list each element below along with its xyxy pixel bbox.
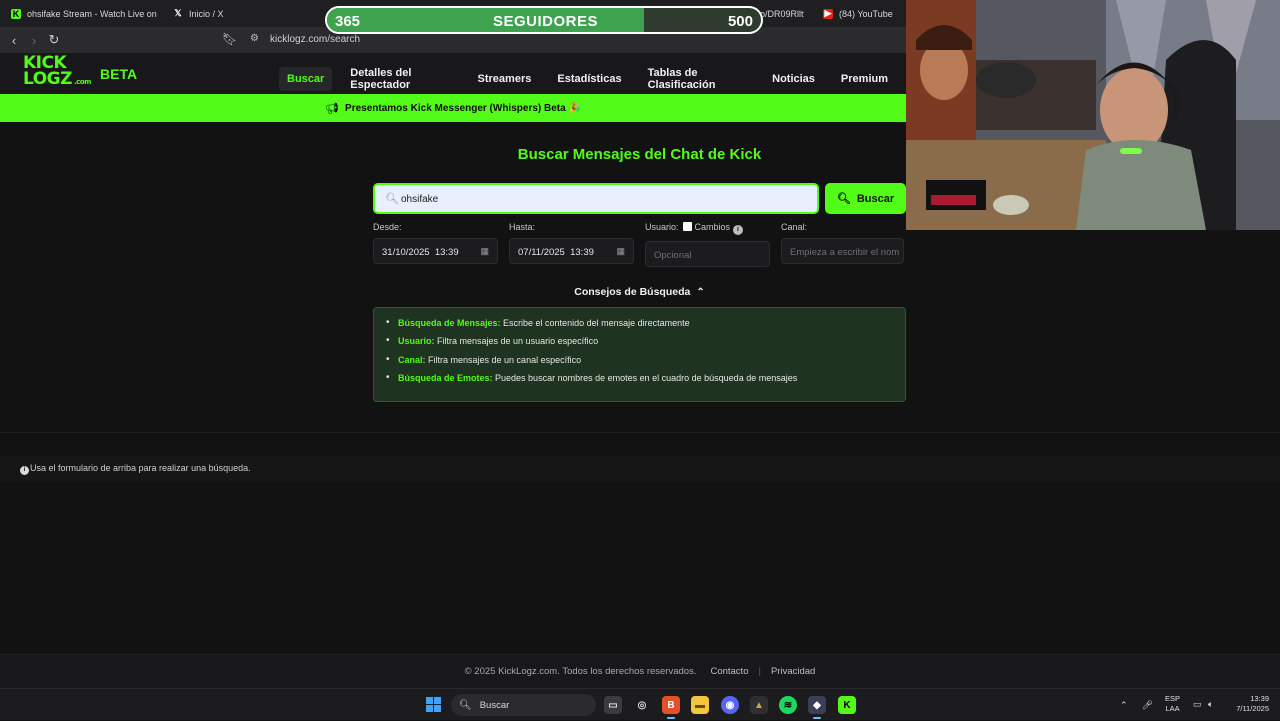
footer-separator: | bbox=[758, 666, 761, 677]
logo-text-bottom: LOGZ .com bbox=[23, 69, 91, 89]
volume-icon[interactable]: 🔈︎ bbox=[1208, 699, 1213, 710]
cambios-checkbox[interactable] bbox=[682, 222, 692, 231]
nav-noticias[interactable]: Noticias bbox=[764, 67, 823, 91]
copyright-text: © 2025 KickLogz.com. Todos los derechos … bbox=[464, 666, 697, 677]
section-divider bbox=[0, 432, 1280, 433]
tab-title: Inicio / X bbox=[189, 8, 224, 19]
to-date-field[interactable]: 07/11/2025 13:39 ▦ bbox=[509, 238, 634, 264]
main-nav: Buscar Detalles del Espectador Streamers… bbox=[279, 61, 906, 97]
search-icon: 🔍︎ bbox=[836, 193, 851, 205]
user-filter-placeholder: Opcional bbox=[654, 250, 692, 261]
spotify-icon[interactable]: ≋ bbox=[779, 696, 797, 714]
follower-goal-label: SEGUIDORES bbox=[493, 13, 599, 30]
x-favicon-icon: 𝕏 bbox=[174, 8, 182, 18]
channel-filter-placeholder: Empieza a escribir el nom bbox=[790, 247, 900, 258]
tip-item: Canal: Filtra mensajes de un canal espec… bbox=[386, 354, 905, 373]
nav-premium[interactable]: Premium bbox=[833, 67, 896, 91]
back-arrow-icon[interactable]: ‹ bbox=[4, 30, 24, 50]
taskbar-search[interactable]: 🔍︎ Buscar bbox=[451, 694, 596, 716]
url-field[interactable]: kicklogz.com/search bbox=[270, 34, 360, 45]
os-taskbar: 🔍︎ Buscar ▭ ◎ B ▬ ◉ ▲ ≋ ◆ K ⌃ 🎤︎ ESP LAA… bbox=[0, 688, 1280, 720]
search-tips-toggle[interactable]: Consejos de Búsqueda ⌃ bbox=[373, 286, 906, 298]
follower-goal-count: 500 bbox=[727, 13, 753, 30]
nav-buscar[interactable]: Buscar bbox=[279, 67, 333, 91]
site-info-icon[interactable]: ⚙ bbox=[250, 33, 259, 44]
to-date-label: Hasta: bbox=[509, 222, 536, 232]
kicklogz-logo[interactable]: KICK LOGZ .com bbox=[23, 55, 91, 91]
tab-title: (84) YouTube bbox=[839, 8, 893, 19]
nav-streamers[interactable]: Streamers bbox=[470, 67, 540, 91]
announcement-banner[interactable]: 📢︎ Presentamos Kick Messenger (Whispers)… bbox=[0, 94, 906, 122]
windows-start-icon[interactable] bbox=[426, 697, 441, 712]
browser-tab-kick[interactable]: K ohsifake Stream - Watch Live on bbox=[11, 0, 161, 27]
streamer-shirt bbox=[1076, 140, 1206, 230]
bookmark-icon[interactable]: 🔖︎ bbox=[222, 32, 237, 48]
to-date-value: 07/11/2025 13:39 bbox=[518, 247, 594, 258]
tab-title: ohsifake Stream - Watch Live on bbox=[27, 8, 157, 19]
browser-tab-x-home[interactable]: 𝕏 Inicio / X bbox=[173, 0, 243, 27]
from-date-label: Desde: bbox=[373, 222, 402, 232]
follower-goal-bar: 365 SEGUIDORES 500 bbox=[325, 6, 763, 34]
kick-favicon-icon: K bbox=[11, 8, 21, 19]
nav-tablas-clasificacion[interactable]: Tablas de Clasificación bbox=[640, 61, 755, 97]
from-date-field[interactable]: 31/10/2025 13:39 ▦ bbox=[373, 238, 498, 264]
calendar-icon[interactable]: ▦ bbox=[616, 246, 625, 257]
game-launcher-icon[interactable]: ▲ bbox=[750, 696, 768, 714]
nav-estadisticas[interactable]: Estadísticas bbox=[549, 67, 629, 91]
message-search-input[interactable]: 🔍︎ ohsifake bbox=[373, 183, 819, 214]
user-filter-label: Usuario: Cambios i bbox=[645, 222, 744, 235]
taskbar-search-label: Buscar bbox=[479, 699, 510, 711]
announcement-text: Presentamos Kick Messenger (Whispers) Be… bbox=[345, 102, 581, 114]
webcam-scene bbox=[906, 0, 1280, 230]
empty-results-hint: i Usa el formulario de arriba para realiz… bbox=[20, 463, 251, 475]
file-explorer-icon[interactable]: ▬ bbox=[691, 696, 709, 714]
search-button[interactable]: 🔍︎ Buscar bbox=[825, 183, 906, 214]
search-query-value: ohsifake bbox=[401, 194, 439, 205]
tray-expand-icon[interactable]: ⌃ bbox=[1120, 700, 1128, 711]
discord-icon[interactable]: ◉ bbox=[721, 696, 739, 714]
copilot-icon[interactable]: ◎ bbox=[633, 696, 651, 714]
megaphone-icon: 📢︎ bbox=[325, 102, 340, 115]
info-icon[interactable]: i bbox=[733, 224, 744, 235]
site-header: KICK LOGZ .com BETA Buscar Detalles del E… bbox=[0, 53, 906, 94]
search-tips-label: Consejos de Búsqueda bbox=[574, 286, 691, 298]
search-icon: 🔍︎ bbox=[385, 193, 399, 205]
beta-badge: BETA bbox=[100, 66, 138, 82]
cambios-label: Cambios bbox=[694, 222, 731, 232]
streamer-face bbox=[1100, 68, 1168, 152]
search-tips-panel: Búsqueda de Mensajes: Escribe el conteni… bbox=[373, 307, 906, 402]
calendar-icon[interactable]: ▦ bbox=[480, 246, 489, 257]
chevron-up-icon: ⌃ bbox=[696, 287, 705, 298]
taskbar-clock[interactable]: 13:39 7/11/2025 bbox=[1236, 694, 1269, 714]
kick-app-icon[interactable]: K bbox=[838, 696, 856, 714]
task-view-icon[interactable]: ▭ bbox=[604, 696, 622, 714]
info-icon: i bbox=[20, 465, 29, 475]
youtube-favicon-icon: ▶ bbox=[823, 8, 833, 19]
search-icon: 🔍︎ bbox=[459, 699, 472, 711]
privacy-link[interactable]: Privacidad bbox=[771, 666, 815, 677]
tip-item: Búsqueda de Emotes: Puedes buscar nombre… bbox=[386, 372, 905, 391]
channel-filter-input[interactable]: Empieza a escribir el nom bbox=[781, 238, 904, 264]
forward-arrow-icon[interactable]: › bbox=[24, 30, 44, 50]
site-footer: © 2025 KickLogz.com. Todos los derechos … bbox=[0, 654, 1280, 688]
user-filter-input[interactable]: Opcional bbox=[645, 241, 770, 267]
tip-item: Búsqueda de Mensajes: Escribe el conteni… bbox=[386, 317, 905, 336]
system-tray: ⌃ 🎤︎ bbox=[1120, 689, 1153, 721]
page-title: Buscar Mensajes del Chat de Kick bbox=[517, 146, 762, 163]
contact-link[interactable]: Contacto bbox=[710, 666, 748, 677]
search-button-label: Buscar bbox=[856, 192, 895, 205]
network-icon[interactable]: ▭ bbox=[1193, 699, 1202, 710]
follower-current-count: 365 bbox=[335, 13, 361, 30]
browser-tab-youtube[interactable]: ▶ (84) YouTube bbox=[823, 0, 903, 27]
streaming-app-icon[interactable]: ◆ bbox=[808, 696, 826, 719]
reload-icon[interactable]: ↻ bbox=[44, 30, 64, 50]
language-indicator[interactable]: ESP LAA bbox=[1165, 694, 1180, 714]
brave-browser-icon[interactable]: B bbox=[662, 696, 680, 719]
from-date-value: 31/10/2025 13:39 bbox=[382, 247, 459, 258]
channel-filter-label: Canal: bbox=[781, 222, 808, 232]
tip-item: Usuario: Filtra mensajes de un usuario e… bbox=[386, 335, 905, 354]
nav-detalles-espectador[interactable]: Detalles del Espectador bbox=[342, 61, 459, 97]
microphone-icon[interactable]: 🎤︎ bbox=[1142, 700, 1153, 711]
webcam-overlay bbox=[906, 0, 1280, 230]
